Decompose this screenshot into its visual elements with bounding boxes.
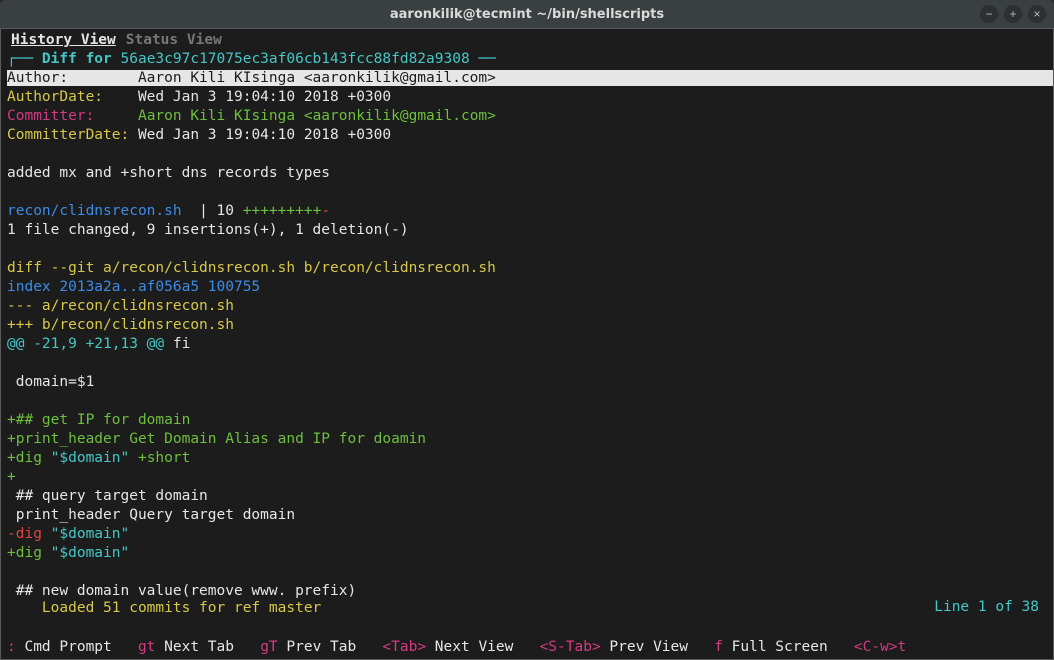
author-row: Author: Aaron Kili KIsinga <aaronkilik@g… <box>7 69 1047 88</box>
diff-add: + <box>7 468 1047 487</box>
diff-hunk: @@ -21,9 +21,13 @@ fi <box>7 335 1047 354</box>
committerdate-value: Wed Jan 3 19:04:10 2018 +0300 <box>138 127 391 143</box>
committer-label: Committer: <box>7 108 94 124</box>
diff-frame-label: Diff for <box>42 51 121 67</box>
key-next-tab: gt <box>138 639 155 655</box>
authordate-value: Wed Jan 3 19:04:10 2018 +0300 <box>138 89 391 105</box>
diff-frame-header: ┌── Diff for 56ae3c97c17075ec3af06cb143f… <box>7 50 1047 69</box>
diff-add: +dig "$domain" <box>7 544 1047 563</box>
diffstat-summary: 1 file changed, 9 insertions(+), 1 delet… <box>7 221 1047 240</box>
diff-add: +## get IP for domain <box>7 411 1047 430</box>
key-full-screen: f <box>714 639 723 655</box>
authordate-row: AuthorDate: Wed Jan 3 19:04:10 2018 +030… <box>7 88 1047 107</box>
diff-context: print_header Query target domain <box>7 506 1047 525</box>
window-title: aaronkilik@tecmint ~/bin/shellscripts <box>390 7 664 22</box>
keybindings-bar: : Cmd Prompt gt Next Tab gT Prev Tab <Ta… <box>7 638 1047 657</box>
status-message: Loaded 51 commits for ref master <box>42 600 321 616</box>
diff-index: index 2013a2a..af056a5 100755 <box>7 278 1047 297</box>
close-button[interactable]: × <box>1028 5 1046 23</box>
minimize-button[interactable]: − <box>980 5 998 23</box>
tab-history-view[interactable]: History View <box>7 31 120 50</box>
window-controls: − + × <box>980 5 1046 23</box>
key-prev-view: <S-Tab> <box>540 639 601 655</box>
key-prev-tab: gT <box>260 639 277 655</box>
diff-context: domain=$1 <box>7 373 1047 392</box>
diff-add: +print_header Get Domain Alias and IP fo… <box>7 430 1047 449</box>
committer-value: Aaron Kili KIsinga <aaronkilik@gmail.com… <box>138 108 496 124</box>
author-value: Aaron Kili KIsinga <aaronkilik@gmail.com… <box>138 70 496 86</box>
diff-del: -dig "$domain" <box>7 525 1047 544</box>
diff-header: diff --git a/recon/clidnsrecon.sh b/reco… <box>7 259 1047 278</box>
key-cw-t: <C-w>t <box>854 639 906 655</box>
diffstat-row: recon/clidnsrecon.sh | 10 +++++++++- <box>7 202 1047 221</box>
terminal-area[interactable]: History View Status View ┌── Diff for 56… <box>0 28 1054 660</box>
committerdate-label: CommitterDate: <box>7 127 129 143</box>
window-titlebar: aaronkilik@tecmint ~/bin/shellscripts − … <box>0 0 1054 28</box>
diff-newfile: +++ b/recon/clidnsrecon.sh <box>7 316 1047 335</box>
commit-message: added mx and +short dns records types <box>7 164 1047 183</box>
view-tabs: History View Status View <box>7 31 1047 50</box>
author-label: Author: <box>7 70 68 86</box>
diff-commit-hash: 56ae3c97c17075ec3af06cb143fcc88fd82a9308 <box>121 51 470 67</box>
authordate-label: AuthorDate: <box>7 89 103 105</box>
diff-add: +dig "$domain" +short <box>7 449 1047 468</box>
maximize-button[interactable]: + <box>1004 5 1022 23</box>
committer-row: Committer: Aaron Kili KIsinga <aaronkili… <box>7 107 1047 126</box>
key-next-view: <Tab> <box>382 639 426 655</box>
diff-context: ## query target domain <box>7 487 1047 506</box>
diffstat-file: recon/clidnsrecon.sh <box>7 203 182 219</box>
key-cmd-prompt: : <box>7 639 16 655</box>
diff-oldfile: --- a/recon/clidnsrecon.sh <box>7 297 1047 316</box>
committerdate-row: CommitterDate: Wed Jan 3 19:04:10 2018 +… <box>7 126 1047 145</box>
tab-status-view[interactable]: Status View <box>122 31 226 50</box>
